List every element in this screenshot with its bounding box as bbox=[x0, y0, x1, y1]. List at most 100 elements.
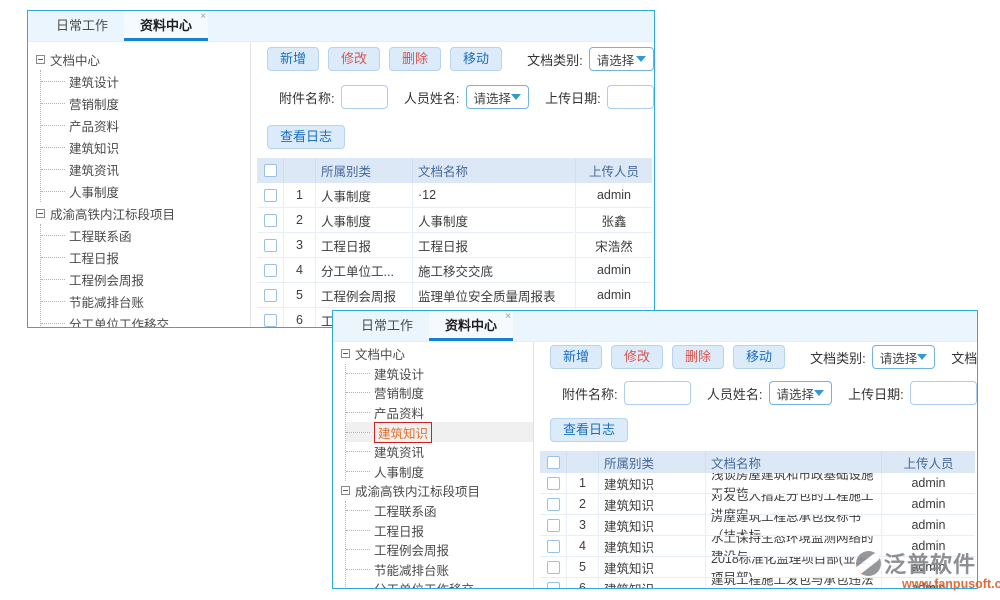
view-log-button[interactable]: 查看日志 bbox=[550, 418, 628, 442]
upload-date-input[interactable] bbox=[607, 85, 654, 109]
add-button[interactable]: 新增 bbox=[267, 47, 319, 71]
move-button[interactable]: 移动 bbox=[450, 47, 502, 71]
select-all-checkbox[interactable] bbox=[540, 451, 567, 473]
tree-item[interactable]: 节能减排台账 bbox=[346, 560, 533, 580]
upload-date-label: 上传日期: bbox=[848, 384, 904, 403]
row-checkbox[interactable] bbox=[540, 557, 567, 577]
person-name-select[interactable]: 请选择 bbox=[466, 85, 530, 109]
row-category: 建筑知识 bbox=[599, 515, 706, 535]
tree-item[interactable]: 建筑资讯 bbox=[41, 158, 250, 180]
tab-data-center[interactable]: 资料中心 × bbox=[429, 311, 513, 341]
tree-item[interactable]: 营销制度 bbox=[41, 92, 250, 114]
row-checkbox[interactable] bbox=[540, 578, 567, 588]
edit-button[interactable]: 修改 bbox=[328, 47, 380, 71]
delete-button[interactable]: 删除 bbox=[389, 47, 441, 71]
tree-connector bbox=[346, 471, 370, 472]
table-row[interactable]: 4 分工单位工... 施工移交交底 admin bbox=[257, 258, 652, 283]
table-row[interactable]: 3 建筑知识 房屋建筑工程总承包投标书（技术标... admin bbox=[540, 515, 975, 536]
delete-button[interactable]: 删除 bbox=[672, 345, 724, 369]
tree-panel: 文档中心 建筑设计 营销制度 产品资料 建筑知识 建筑资讯 人事制度 成渝高铁内… bbox=[28, 42, 251, 327]
tab-daily-work[interactable]: 日常工作 bbox=[40, 11, 124, 41]
tree-item[interactable]: 建筑资讯 bbox=[346, 442, 533, 462]
tree-item-label: 人事制度 bbox=[69, 182, 119, 201]
doc-category-select[interactable]: 请选择 bbox=[589, 47, 654, 71]
tree-item-selected[interactable]: 建筑知识 bbox=[346, 422, 533, 442]
tree-item[interactable]: 分工单位工作移交 bbox=[346, 579, 533, 588]
row-checkbox[interactable] bbox=[257, 208, 284, 232]
row-checkbox[interactable] bbox=[257, 183, 284, 207]
collapse-icon[interactable] bbox=[36, 209, 45, 218]
attach-name-input[interactable] bbox=[624, 381, 691, 405]
view-log-button[interactable]: 查看日志 bbox=[267, 125, 345, 149]
tree-item[interactable]: 产品资料 bbox=[41, 114, 250, 136]
table-row[interactable]: 5 工程例会周报 监理单位安全质量周报表 admin bbox=[257, 283, 652, 308]
tree-root-project[interactable]: 成渝高铁内江标段项目 bbox=[36, 202, 250, 224]
tree-item[interactable]: 工程日报 bbox=[346, 520, 533, 540]
tree-item[interactable]: 建筑设计 bbox=[346, 364, 533, 384]
tree-root-project[interactable]: 成渝高铁内江标段项目 bbox=[341, 481, 533, 501]
row-doc-name: 浅谈房屋建筑和市政基础设施工程施... bbox=[706, 473, 882, 493]
row-checkbox[interactable] bbox=[257, 258, 284, 282]
header-doc-name: 文档名称 bbox=[706, 451, 882, 473]
row-checkbox[interactable] bbox=[540, 536, 567, 556]
select-all-checkbox[interactable] bbox=[257, 158, 284, 183]
table-row[interactable]: 2 建筑知识 对发包人指定分包的工程施工进度安... admin bbox=[540, 494, 975, 515]
select-value: 请选择 bbox=[880, 348, 918, 367]
header-number bbox=[284, 158, 316, 183]
collapse-icon[interactable] bbox=[341, 486, 350, 495]
row-checkbox[interactable] bbox=[540, 473, 567, 493]
edit-button[interactable]: 修改 bbox=[611, 345, 663, 369]
add-button[interactable]: 新增 bbox=[550, 345, 602, 369]
tree-connector bbox=[41, 301, 65, 302]
attach-name-input[interactable] bbox=[341, 85, 388, 109]
row-checkbox[interactable] bbox=[540, 515, 567, 535]
table-row[interactable]: 1 人事制度 ·12 admin bbox=[257, 183, 652, 208]
row-checkbox[interactable] bbox=[257, 283, 284, 307]
tree-item[interactable]: 工程例会周报 bbox=[346, 540, 533, 560]
tree-item[interactable]: 产品资料 bbox=[346, 403, 533, 423]
doc-category-select[interactable]: 请选择 bbox=[872, 345, 936, 369]
chevron-down-icon bbox=[917, 354, 927, 360]
tree-item[interactable]: 工程联系函 bbox=[346, 501, 533, 521]
tree-item[interactable]: 节能减排台账 bbox=[41, 290, 250, 312]
tree-item[interactable]: 人事制度 bbox=[41, 180, 250, 202]
tab-data-center[interactable]: 资料中心 × bbox=[124, 11, 208, 41]
checkbox-icon bbox=[264, 214, 277, 227]
row-checkbox[interactable] bbox=[257, 308, 284, 327]
tree-item[interactable]: 工程日报 bbox=[41, 246, 250, 268]
table-row[interactable]: 3 工程日报 工程日报 宋浩然 bbox=[257, 233, 652, 258]
doc-category-label: 文档类别: bbox=[527, 50, 583, 69]
move-button[interactable]: 移动 bbox=[733, 345, 785, 369]
row-category: 建筑知识 bbox=[599, 473, 706, 493]
tree-item[interactable]: 工程例会周报 bbox=[41, 268, 250, 290]
row-category: 建筑知识 bbox=[599, 578, 706, 588]
tree-item[interactable]: 人事制度 bbox=[346, 462, 533, 482]
tree-root-doc-center[interactable]: 文档中心 bbox=[341, 344, 533, 364]
tree-item[interactable]: 工程联系函 bbox=[41, 224, 250, 246]
tree-item[interactable]: 建筑设计 bbox=[41, 70, 250, 92]
tree-connector bbox=[41, 81, 65, 82]
row-checkbox[interactable] bbox=[540, 494, 567, 514]
tree-item[interactable]: 营销制度 bbox=[346, 383, 533, 403]
collapse-icon[interactable] bbox=[36, 55, 45, 64]
checkbox-icon bbox=[547, 561, 560, 574]
checkbox-icon bbox=[264, 189, 277, 202]
row-number: 4 bbox=[567, 536, 599, 556]
person-name-select[interactable]: 请选择 bbox=[769, 381, 833, 405]
table-row[interactable]: 2 人事制度 人事制度 张鑫 bbox=[257, 208, 652, 233]
tree-item[interactable]: 分工单位工作移交 bbox=[41, 312, 250, 327]
tree-root-doc-center[interactable]: 文档中心 bbox=[36, 48, 250, 70]
close-icon[interactable]: × bbox=[505, 312, 511, 322]
row-number: 6 bbox=[567, 578, 599, 588]
collapse-icon[interactable] bbox=[341, 349, 350, 358]
filter-row: 附件名称: 人员姓名: 请选择 上传日期: bbox=[550, 381, 977, 405]
close-icon[interactable]: × bbox=[200, 12, 206, 22]
row-checkbox[interactable] bbox=[257, 233, 284, 257]
tree-connector bbox=[41, 125, 65, 126]
row-category: 建筑知识 bbox=[599, 536, 706, 556]
upload-date-input[interactable] bbox=[910, 381, 977, 405]
table-row[interactable]: 1 建筑知识 浅谈房屋建筑和市政基础设施工程施... admin bbox=[540, 473, 975, 494]
tab-daily-work[interactable]: 日常工作 bbox=[345, 311, 429, 341]
tree-item[interactable]: 建筑知识 bbox=[41, 136, 250, 158]
row-category: 人事制度 bbox=[316, 208, 413, 232]
